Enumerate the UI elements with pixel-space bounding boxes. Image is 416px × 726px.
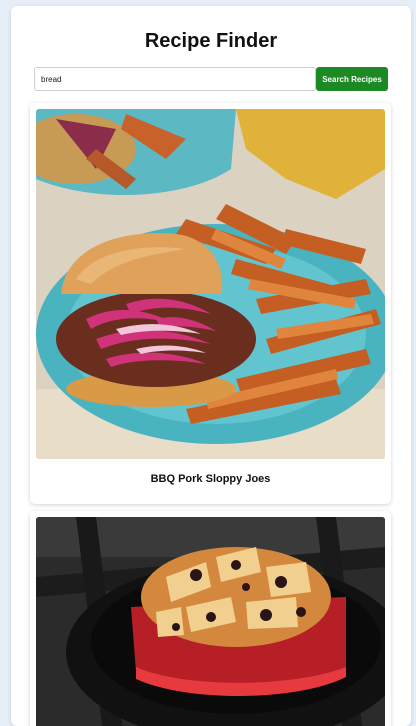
app-container: Recipe Finder Search Recipes	[11, 6, 411, 726]
recipe-image[interactable]	[36, 517, 385, 726]
page-title: Recipe Finder	[144, 30, 278, 52]
recipe-title[interactable]: BBQ Pork Sloppy Joes	[30, 473, 391, 485]
recipe-card[interactable]: BBQ Pork Sloppy Joes	[30, 103, 391, 504]
recipe-image[interactable]	[36, 109, 385, 459]
search-input[interactable]	[34, 67, 316, 91]
search-button[interactable]: Search Recipes	[316, 67, 388, 91]
recipe-card[interactable]	[30, 511, 391, 726]
